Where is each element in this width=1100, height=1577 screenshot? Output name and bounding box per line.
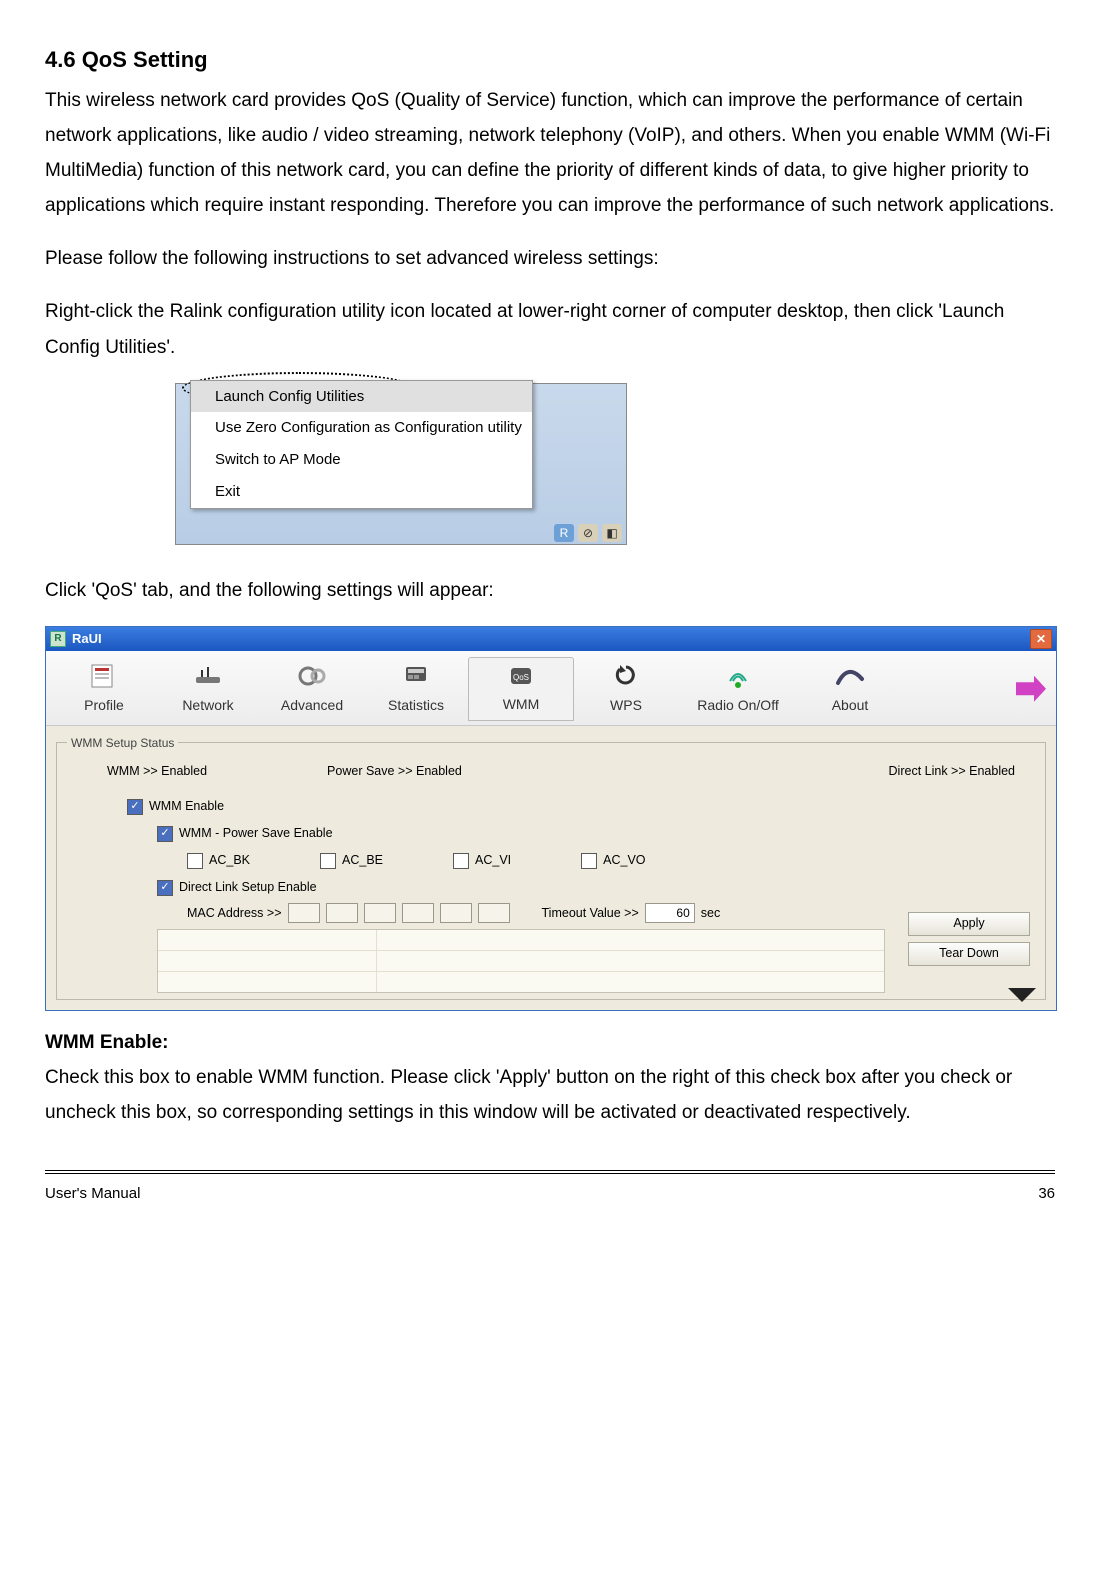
- next-arrow-icon[interactable]: [1016, 676, 1046, 702]
- context-menu-figure: Launch Config Utilities Use Zero Configu…: [45, 383, 1055, 545]
- label-timeout-unit: sec: [701, 902, 720, 925]
- tab-about[interactable]: About: [798, 659, 902, 721]
- tray-icon[interactable]: ⊘: [578, 524, 598, 542]
- wmm-enable-paragraph: Check this box to enable WMM function. P…: [45, 1060, 1055, 1130]
- advanced-icon: [294, 661, 330, 691]
- tab-radio[interactable]: Radio On/Off: [678, 659, 798, 721]
- tab-label: Network: [182, 697, 233, 713]
- label-ac-vo: AC_VO: [603, 849, 645, 872]
- group-legend: WMM Setup Status: [67, 732, 178, 754]
- radio-icon: [720, 661, 756, 691]
- label-ac-vi: AC_VI: [475, 849, 511, 872]
- label-direct-link: Direct Link Setup Enable: [179, 876, 317, 899]
- tray-icon[interactable]: ◧: [602, 524, 622, 542]
- wmm-icon: QoS: [503, 660, 539, 690]
- tab-label: WPS: [610, 697, 642, 713]
- label-timeout: Timeout Value >>: [542, 902, 639, 925]
- tab-wps[interactable]: WPS: [574, 659, 678, 721]
- status-wmm: WMM >> Enabled: [107, 760, 207, 783]
- statistics-icon: [398, 661, 434, 691]
- window-title: RaUI: [72, 627, 102, 651]
- links-list: [157, 929, 885, 993]
- tab-network[interactable]: Network: [156, 659, 260, 721]
- teardown-button[interactable]: Tear Down: [908, 942, 1030, 966]
- tab-statistics[interactable]: Statistics: [364, 659, 468, 721]
- checkbox-direct-link[interactable]: [157, 880, 173, 896]
- status-directlink: Direct Link >> Enabled: [889, 760, 1015, 783]
- mac-field-6[interactable]: [478, 903, 510, 923]
- menu-item-launch[interactable]: Launch Config Utilities: [191, 381, 532, 413]
- page-footer: User's Manual 36: [45, 1170, 1055, 1208]
- instructions-lead: Please follow the following instructions…: [45, 241, 1055, 276]
- page-number: 36: [1038, 1180, 1055, 1208]
- label-ac-bk: AC_BK: [209, 849, 250, 872]
- wps-icon: [608, 661, 644, 691]
- list-row[interactable]: [158, 951, 884, 972]
- step-click-tab: Click 'QoS' tab, and the following setti…: [45, 573, 1055, 608]
- checkbox-ac-be[interactable]: [320, 853, 336, 869]
- wmm-enable-heading: WMM Enable:: [45, 1025, 1055, 1060]
- step-rightclick: Right-click the Ralink configuration uti…: [45, 294, 1055, 364]
- label-ac-be: AC_BE: [342, 849, 383, 872]
- status-power: Power Save >> Enabled: [327, 760, 462, 783]
- tab-label: Radio On/Off: [697, 697, 778, 713]
- menu-item-zeroconfig[interactable]: Use Zero Configuration as Configuration …: [191, 412, 532, 444]
- mac-field-1[interactable]: [288, 903, 320, 923]
- wmm-status-group: WMM Setup Status WMM >> Enabled Power Sa…: [56, 732, 1046, 1000]
- list-row[interactable]: [158, 930, 884, 951]
- context-menu: Launch Config Utilities Use Zero Configu…: [190, 380, 533, 509]
- footer-title: User's Manual: [45, 1180, 140, 1208]
- mac-field-3[interactable]: [364, 903, 396, 923]
- system-tray: R ⊘ ◧: [554, 524, 622, 542]
- label-mac-address: MAC Address >>: [187, 902, 282, 925]
- tab-label: WMM: [503, 696, 540, 712]
- checkbox-power-save[interactable]: [157, 826, 173, 842]
- tab-label: Profile: [84, 697, 124, 713]
- checkbox-ac-vo[interactable]: [581, 853, 597, 869]
- mac-field-2[interactable]: [326, 903, 358, 923]
- tab-wmm[interactable]: QoS WMM: [468, 657, 574, 721]
- collapse-arrow-icon[interactable]: [1008, 988, 1036, 1002]
- network-icon: [190, 661, 226, 691]
- tab-advanced[interactable]: Advanced: [260, 659, 364, 721]
- mac-field-5[interactable]: [440, 903, 472, 923]
- wmm-panel: WMM Setup Status WMM >> Enabled Power Sa…: [46, 726, 1056, 1010]
- mac-field-4[interactable]: [402, 903, 434, 923]
- checkbox-ac-bk[interactable]: [187, 853, 203, 869]
- svg-text:QoS: QoS: [513, 673, 529, 682]
- timeout-field[interactable]: 60: [645, 903, 695, 923]
- toolbar: Profile Network Advanced Statistics QoS …: [46, 651, 1056, 726]
- menu-item-apmode[interactable]: Switch to AP Mode: [191, 444, 532, 476]
- tray-icon[interactable]: R: [554, 524, 574, 542]
- apply-button[interactable]: Apply: [908, 912, 1030, 936]
- label-power-save: WMM - Power Save Enable: [179, 822, 333, 845]
- raui-window: R RaUI ✕ Profile Network Advanced Statis…: [45, 626, 1057, 1011]
- app-icon: R: [50, 631, 66, 647]
- close-button[interactable]: ✕: [1030, 629, 1052, 649]
- tab-label: About: [832, 697, 869, 713]
- tab-profile[interactable]: Profile: [52, 659, 156, 721]
- tab-label: Advanced: [281, 697, 343, 713]
- label-wmm-enable: WMM Enable: [149, 795, 224, 818]
- list-row[interactable]: [158, 972, 884, 992]
- profile-icon: [86, 661, 122, 691]
- checkbox-ac-vi[interactable]: [453, 853, 469, 869]
- tab-label: Statistics: [388, 697, 444, 713]
- menu-item-exit[interactable]: Exit: [191, 476, 532, 508]
- checkbox-wmm-enable[interactable]: [127, 799, 143, 815]
- about-icon: [832, 661, 868, 691]
- intro-paragraph: This wireless network card provides QoS …: [45, 83, 1055, 224]
- section-heading: 4.6 QoS Setting: [45, 40, 1055, 81]
- titlebar: R RaUI ✕: [46, 627, 1056, 651]
